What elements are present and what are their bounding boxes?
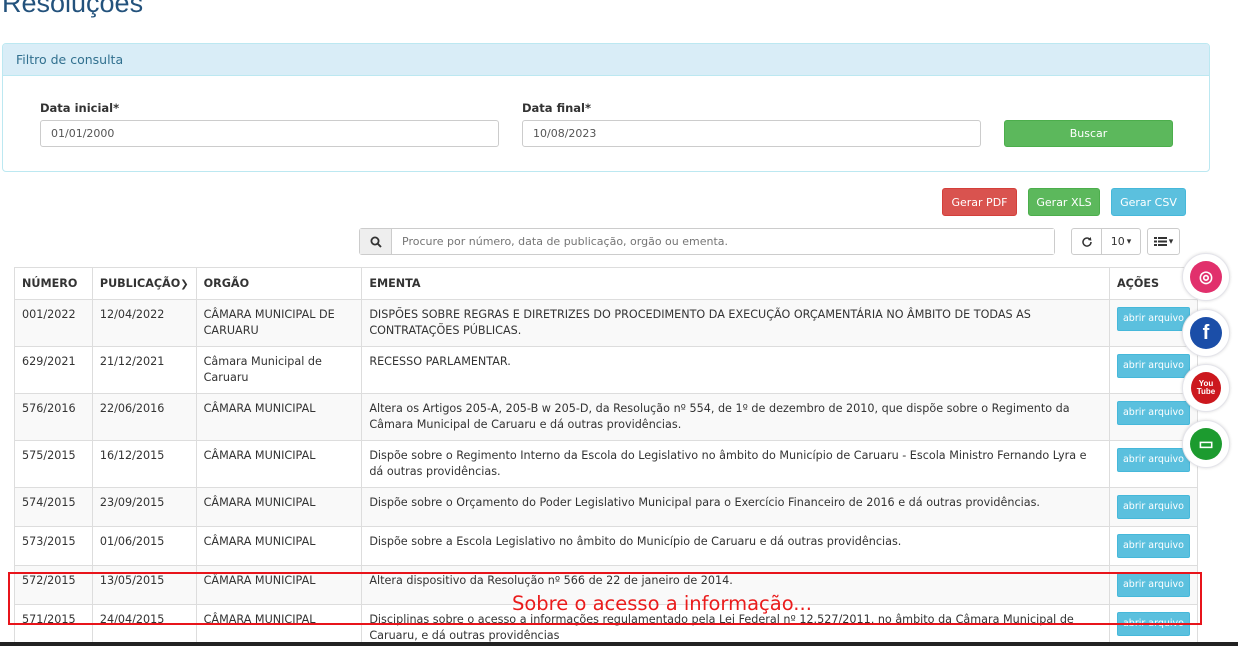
- table-header-row: NÚMERO PUBLICAÇÃO❯ ORGÃO EMENTA AÇÕES: [14, 267, 1199, 300]
- open-file-button[interactable]: abrir arquivo: [1116, 448, 1190, 472]
- start-date-input[interactable]: 01/01/2000: [40, 120, 499, 147]
- cell-numero: 001/2022: [14, 299, 93, 347]
- cell-publicacao: 21/12/2021: [91, 346, 197, 394]
- cell-orgao: CÂMARA MUNICIPAL DE CARUARU: [195, 299, 363, 347]
- chevron-down-icon: ▾: [1168, 236, 1174, 247]
- chevron-down-icon: ▾: [1126, 236, 1132, 247]
- cell-publicacao: 16/12/2015: [91, 440, 197, 488]
- youtube-link[interactable]: You Tube: [1182, 364, 1230, 412]
- open-file-button[interactable]: abrir arquivo: [1116, 307, 1190, 331]
- cell-publicacao: 23/09/2015: [91, 487, 197, 527]
- refresh-icon: [1081, 236, 1092, 247]
- filter-panel: Filtro de consulta Data inicial* 01/01/2…: [2, 43, 1210, 172]
- table-row: 575/2015 16/12/2015 CÂMARA MUNICIPAL Dispõe…: [14, 440, 1199, 488]
- tv-icon: ▭: [1190, 428, 1222, 460]
- table-row: 574/2015 23/09/2015 CÂMARA MUNICIPAL Dispõe…: [14, 487, 1199, 527]
- cell-numero: 575/2015: [14, 440, 93, 488]
- open-file-button[interactable]: abrir arquivo: [1116, 401, 1190, 425]
- instagram-link[interactable]: ◎: [1182, 253, 1230, 301]
- table-row: 001/2022 12/04/2022 CÂMARA MUNICIPAL DE CA…: [14, 299, 1199, 347]
- cell-numero: 573/2015: [14, 526, 93, 566]
- filter-panel-heading: Filtro de consulta: [3, 44, 1209, 76]
- table-row: 576/2016 22/06/2016 CÂMARA MUNICIPAL Altera…: [14, 393, 1199, 441]
- cell-orgao: CÂMARA MUNICIPAL: [195, 393, 363, 441]
- cell-orgao: CÂMARA MUNICIPAL: [195, 526, 363, 566]
- header-ementa[interactable]: EMENTA: [361, 267, 1110, 300]
- header-publicacao-label: PUBLICAÇÃO: [99, 277, 181, 290]
- bottom-bar: [0, 642, 1238, 646]
- cell-ementa: Altera os Artigos 205-A, 205-B w 205-D, …: [361, 393, 1110, 441]
- open-file-button[interactable]: abrir arquivo: [1116, 354, 1190, 378]
- cell-publicacao: 01/06/2015: [91, 526, 197, 566]
- facebook-link[interactable]: f: [1182, 309, 1230, 357]
- cell-acoes: abrir arquivo: [1108, 487, 1199, 527]
- search-icon: [360, 229, 392, 254]
- refresh-button[interactable]: [1071, 228, 1102, 255]
- cell-orgao: CÂMARA MUNICIPAL: [195, 440, 363, 488]
- cell-ementa: Dispõe sobre a Escola Legislativo no âmb…: [361, 526, 1110, 566]
- cell-numero: 576/2016: [14, 393, 93, 441]
- open-file-button[interactable]: abrir arquivo: [1116, 534, 1190, 558]
- youtube-icon: You Tube: [1191, 372, 1221, 404]
- instagram-icon: ◎: [1190, 261, 1222, 293]
- cell-orgao: Câmara Municipal de Caruaru: [195, 346, 363, 394]
- export-csv-button[interactable]: Gerar CSV: [1111, 188, 1186, 216]
- table-toolbar: 10 ▾ ▾: [1071, 228, 1180, 255]
- columns-dropdown[interactable]: ▾: [1147, 228, 1180, 255]
- page-title: Resoluções: [2, 0, 144, 18]
- header-publicacao[interactable]: PUBLICAÇÃO❯: [91, 267, 197, 300]
- cell-ementa: Dispõe sobre o Regimento Interno da Esco…: [361, 440, 1110, 488]
- search-input[interactable]: [392, 229, 1054, 254]
- export-xls-button[interactable]: Gerar XLS: [1028, 188, 1100, 216]
- export-pdf-button[interactable]: Gerar PDF: [942, 188, 1017, 216]
- list-icon: [1153, 237, 1167, 246]
- table-search: [359, 228, 1055, 255]
- cell-orgao: CÂMARA MUNICIPAL: [195, 487, 363, 527]
- table-row: 573/2015 01/06/2015 CÂMARA MUNICIPAL Dispõe…: [14, 526, 1199, 566]
- header-numero[interactable]: NÚMERO: [14, 267, 93, 300]
- sort-down-icon: ❯: [180, 279, 189, 290]
- cell-numero: 574/2015: [14, 487, 93, 527]
- search-button[interactable]: Buscar: [1004, 120, 1173, 147]
- tv-link[interactable]: ▭: [1182, 420, 1230, 468]
- end-date-label: Data final*: [522, 101, 591, 115]
- end-date-input[interactable]: 10/08/2023: [522, 120, 981, 147]
- cell-numero: 629/2021: [14, 346, 93, 394]
- cell-ementa: DISPÕES SOBRE REGRAS E DIRETRIZES DO PRO…: [361, 299, 1110, 347]
- cell-ementa: RECESSO PARLAMENTAR.: [361, 346, 1110, 394]
- cell-acoes: abrir arquivo: [1108, 526, 1199, 566]
- cell-publicacao: 12/04/2022: [91, 299, 197, 347]
- annotation-text: Sobre o acesso a informação...: [512, 592, 812, 615]
- open-file-button[interactable]: abrir arquivo: [1116, 495, 1190, 519]
- page-size-value: 10: [1110, 235, 1125, 248]
- table-row: 629/2021 21/12/2021 Câmara Municipal de Ca…: [14, 346, 1199, 394]
- cell-ementa: Dispõe sobre o Orçamento do Poder Legisl…: [361, 487, 1110, 527]
- page-size-dropdown[interactable]: 10 ▾: [1102, 228, 1141, 255]
- start-date-label: Data inicial*: [40, 101, 120, 115]
- facebook-icon: f: [1190, 317, 1222, 349]
- header-orgao[interactable]: ORGÃO: [195, 267, 363, 300]
- cell-publicacao: 22/06/2016: [91, 393, 197, 441]
